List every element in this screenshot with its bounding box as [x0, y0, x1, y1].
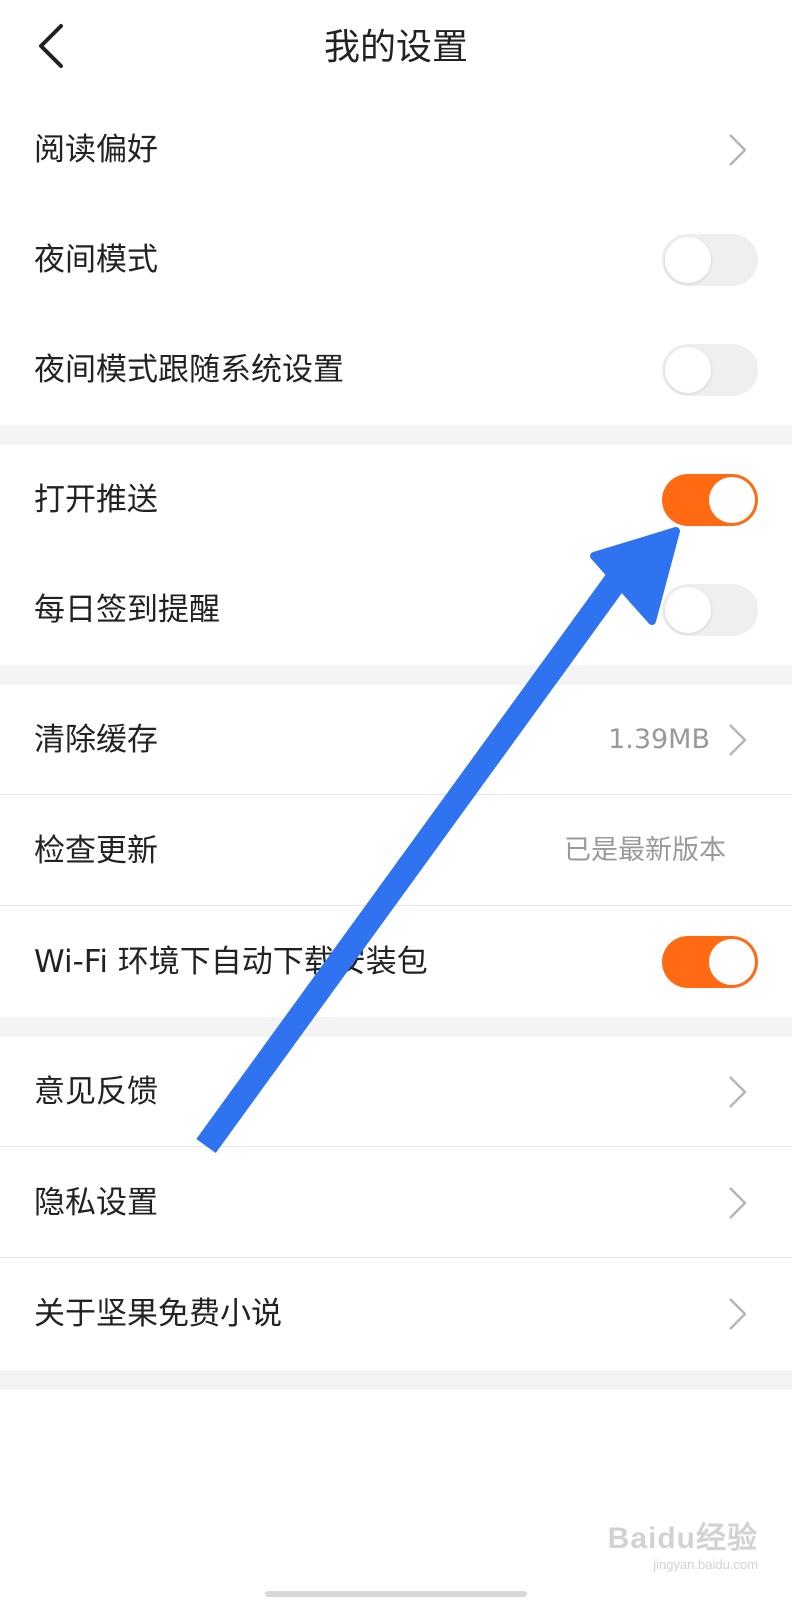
update-status-value: 已是最新版本	[564, 835, 726, 866]
push-notification-label: 打开推送	[34, 482, 158, 518]
privacy-settings-row[interactable]: 隐私设置	[0, 1148, 792, 1258]
watermark-main: Baidu经验	[607, 1522, 758, 1555]
privacy-settings-label: 隐私设置	[34, 1185, 158, 1221]
toggle-knob	[665, 587, 711, 633]
chevron-right-icon	[729, 134, 747, 166]
back-button[interactable]	[22, 18, 78, 74]
toggle-knob	[665, 237, 711, 283]
daily-checkin-reminder-row: 每日签到提醒	[0, 555, 792, 665]
reading-preference-row[interactable]: 阅读偏好	[0, 95, 792, 205]
push-notification-toggle[interactable]	[662, 474, 758, 526]
about-app-label: 关于坚果免费小说	[34, 1296, 282, 1332]
toggle-knob	[709, 939, 755, 985]
clear-cache-row[interactable]: 清除缓存 1.39MB	[0, 685, 792, 795]
night-mode-follow-system-label: 夜间模式跟随系统设置	[34, 352, 344, 388]
daily-checkin-reminder-toggle[interactable]	[662, 584, 758, 636]
chevron-left-icon	[39, 24, 63, 68]
toggle-knob	[665, 347, 711, 393]
daily-checkin-reminder-label: 每日签到提醒	[34, 592, 220, 628]
baidu-jingyan-watermark: Baidu经验 jingyan.baidu.com	[608, 1513, 758, 1572]
home-indicator[interactable]	[265, 1591, 527, 1597]
feedback-label: 意见反馈	[34, 1074, 158, 1110]
chevron-right-icon	[729, 1298, 747, 1330]
reading-preference-label: 阅读偏好	[34, 132, 158, 168]
night-mode-follow-system-row: 夜间模式跟随系统设置	[0, 315, 792, 425]
feedback-row[interactable]: 意见反馈	[0, 1037, 792, 1147]
wifi-auto-download-label: Wi-Fi 环境下自动下载安装包	[34, 944, 428, 980]
cache-size-value: 1.39MB	[608, 724, 710, 755]
watermark-sub: jingyan.baidu.com	[653, 1557, 758, 1572]
chevron-right-icon	[729, 1187, 747, 1219]
check-update-row[interactable]: 检查更新 已是最新版本	[0, 796, 792, 906]
night-mode-label: 夜间模式	[34, 242, 158, 278]
section-divider	[0, 1370, 792, 1390]
chevron-right-icon	[729, 724, 747, 756]
about-app-row[interactable]: 关于坚果免费小说	[0, 1259, 792, 1369]
page-title: 我的设置	[323, 27, 468, 68]
check-update-label: 检查更新	[34, 833, 158, 869]
wifi-auto-download-toggle[interactable]	[662, 936, 758, 988]
push-notification-row: 打开推送	[0, 445, 792, 555]
section-divider	[0, 425, 792, 445]
night-mode-follow-system-toggle[interactable]	[662, 344, 758, 396]
chevron-right-icon	[729, 1076, 747, 1108]
toggle-knob	[709, 477, 755, 523]
header-bar: 我的设置	[0, 0, 792, 96]
night-mode-toggle[interactable]	[662, 234, 758, 286]
night-mode-row: 夜间模式	[0, 205, 792, 315]
section-divider	[0, 665, 792, 685]
clear-cache-label: 清除缓存	[34, 722, 158, 758]
wifi-auto-download-row: Wi-Fi 环境下自动下载安装包	[0, 907, 792, 1017]
section-divider	[0, 1017, 792, 1037]
